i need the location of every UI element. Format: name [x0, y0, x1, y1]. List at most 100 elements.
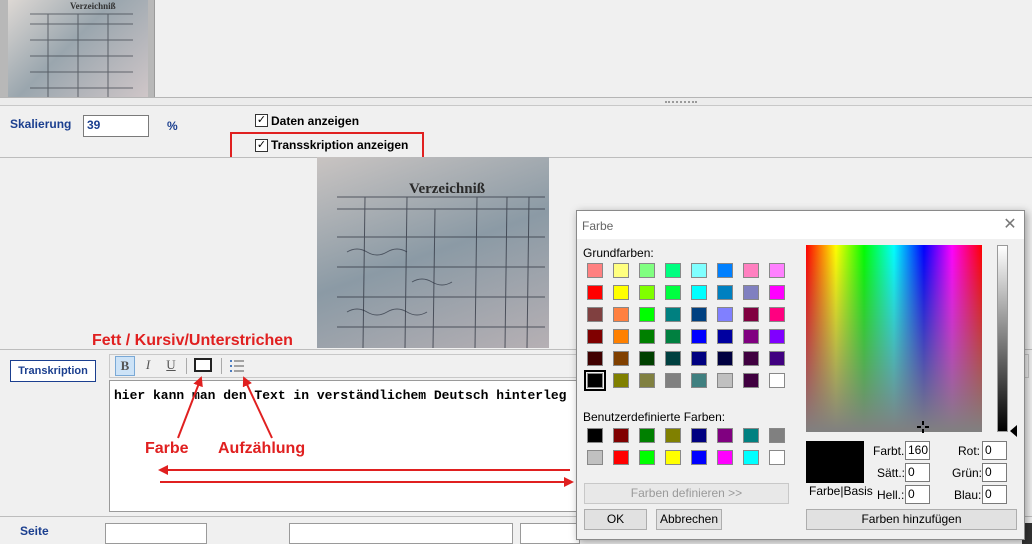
- preview-label: Farbe|Basis: [809, 484, 873, 498]
- custom-color-swatch[interactable]: [743, 428, 759, 443]
- page-label: Seite: [20, 524, 49, 538]
- basic-color-swatch[interactable]: [613, 373, 629, 388]
- luminance-label: Hell.:: [877, 488, 905, 502]
- custom-color-swatch[interactable]: [665, 428, 681, 443]
- basic-color-swatch[interactable]: [665, 285, 681, 300]
- ok-button[interactable]: OK: [584, 509, 647, 530]
- basic-color-swatch[interactable]: [769, 351, 785, 366]
- spectrum-crosshair-icon: [917, 421, 929, 433]
- basic-color-swatch[interactable]: [743, 351, 759, 366]
- basic-color-swatch[interactable]: [613, 351, 629, 366]
- page-field-3[interactable]: [520, 523, 580, 544]
- basic-color-swatch[interactable]: [639, 351, 655, 366]
- close-icon[interactable]: ✕: [1001, 216, 1019, 234]
- custom-colors-grid: [587, 428, 795, 472]
- red-label: Rot:: [958, 444, 981, 458]
- page-field-1[interactable]: [105, 523, 207, 544]
- basic-color-swatch[interactable]: [587, 351, 603, 366]
- custom-color-swatch[interactable]: [769, 428, 785, 443]
- basic-color-swatch[interactable]: [743, 285, 759, 300]
- green-input[interactable]: 0: [982, 463, 1007, 482]
- basic-color-swatch[interactable]: [665, 373, 681, 388]
- basic-color-swatch[interactable]: [717, 307, 733, 322]
- custom-color-swatch[interactable]: [717, 428, 733, 443]
- basic-colors-grid: [584, 263, 795, 393]
- custom-color-swatch[interactable]: [691, 450, 707, 465]
- basic-color-swatch[interactable]: [769, 373, 785, 388]
- basic-color-swatch[interactable]: [613, 307, 629, 322]
- basic-color-swatch[interactable]: [717, 263, 733, 278]
- custom-colors-label: Benutzerdefinierte Farben:: [583, 410, 726, 424]
- red-input[interactable]: 0: [982, 441, 1007, 460]
- basic-color-swatch[interactable]: [743, 307, 759, 322]
- basic-color-swatch[interactable]: [613, 329, 629, 344]
- page-field-2[interactable]: [289, 523, 513, 544]
- custom-color-swatch[interactable]: [639, 450, 655, 465]
- blue-input[interactable]: 0: [982, 485, 1007, 504]
- basic-color-swatch[interactable]: [639, 307, 655, 322]
- dialog-titlebar[interactable]: Farbe ✕: [577, 211, 1024, 239]
- basic-color-swatch[interactable]: [613, 263, 629, 278]
- custom-color-swatch[interactable]: [587, 450, 603, 465]
- luminance-slider[interactable]: [997, 245, 1008, 432]
- basic-color-swatch[interactable]: [691, 351, 707, 366]
- basic-color-swatch[interactable]: [665, 351, 681, 366]
- basic-color-swatch[interactable]: [584, 370, 606, 391]
- basic-color-swatch[interactable]: [639, 285, 655, 300]
- green-label: Grün:: [952, 466, 983, 480]
- basic-colors-label: Grundfarben:: [583, 246, 654, 260]
- basic-color-swatch[interactable]: [717, 351, 733, 366]
- custom-color-swatch[interactable]: [717, 450, 733, 465]
- custom-color-swatch[interactable]: [691, 428, 707, 443]
- custom-color-swatch[interactable]: [743, 450, 759, 465]
- hue-label: Farbt.:: [873, 444, 908, 458]
- custom-color-swatch[interactable]: [587, 428, 603, 443]
- basic-color-swatch[interactable]: [691, 307, 707, 322]
- basic-color-swatch[interactable]: [743, 373, 759, 388]
- color-spectrum[interactable]: [806, 245, 982, 433]
- annotation-color: Farbe: [145, 440, 189, 457]
- saturation-input[interactable]: 0: [905, 463, 930, 482]
- basic-color-swatch[interactable]: [613, 285, 629, 300]
- basic-color-swatch[interactable]: [691, 373, 707, 388]
- basic-color-swatch[interactable]: [691, 329, 707, 344]
- color-dialog: Farbe ✕ Grundfarben: Benutzerdefinierte …: [576, 210, 1025, 540]
- basic-color-swatch[interactable]: [743, 263, 759, 278]
- dialog-title: Farbe: [582, 219, 614, 233]
- define-colors-button[interactable]: Farben definieren >>: [584, 483, 789, 504]
- saturation-label: Sätt.:: [877, 466, 906, 480]
- basic-color-swatch[interactable]: [587, 329, 603, 344]
- color-preview: [806, 441, 864, 483]
- basic-color-swatch[interactable]: [743, 329, 759, 344]
- basic-color-swatch[interactable]: [587, 285, 603, 300]
- basic-color-swatch[interactable]: [769, 285, 785, 300]
- blue-label: Blau:: [954, 488, 982, 502]
- basic-color-swatch[interactable]: [665, 329, 681, 344]
- custom-color-swatch[interactable]: [665, 450, 681, 465]
- basic-color-swatch[interactable]: [665, 307, 681, 322]
- basic-color-swatch[interactable]: [639, 329, 655, 344]
- basic-color-swatch[interactable]: [639, 263, 655, 278]
- cancel-button[interactable]: Abbrechen: [656, 509, 722, 530]
- basic-color-swatch[interactable]: [717, 329, 733, 344]
- custom-color-swatch[interactable]: [769, 450, 785, 465]
- add-colors-button[interactable]: Farben hinzufügen: [806, 509, 1017, 530]
- basic-color-swatch[interactable]: [717, 285, 733, 300]
- basic-color-swatch[interactable]: [639, 373, 655, 388]
- custom-color-swatch[interactable]: [613, 428, 629, 443]
- basic-color-swatch[interactable]: [769, 263, 785, 278]
- basic-color-swatch[interactable]: [587, 263, 603, 278]
- basic-color-swatch[interactable]: [769, 329, 785, 344]
- basic-color-swatch[interactable]: [691, 263, 707, 278]
- basic-color-swatch[interactable]: [665, 263, 681, 278]
- luminance-input[interactable]: 0: [905, 485, 930, 504]
- basic-color-swatch[interactable]: [691, 285, 707, 300]
- custom-color-swatch[interactable]: [639, 428, 655, 443]
- basic-color-swatch[interactable]: [769, 307, 785, 322]
- luminance-arrow-icon[interactable]: [1010, 425, 1017, 437]
- basic-color-swatch[interactable]: [587, 307, 603, 322]
- annotation-list: Aufzählung: [218, 440, 306, 457]
- basic-color-swatch[interactable]: [717, 373, 733, 388]
- custom-color-swatch[interactable]: [613, 450, 629, 465]
- hue-input[interactable]: 160: [905, 441, 930, 460]
